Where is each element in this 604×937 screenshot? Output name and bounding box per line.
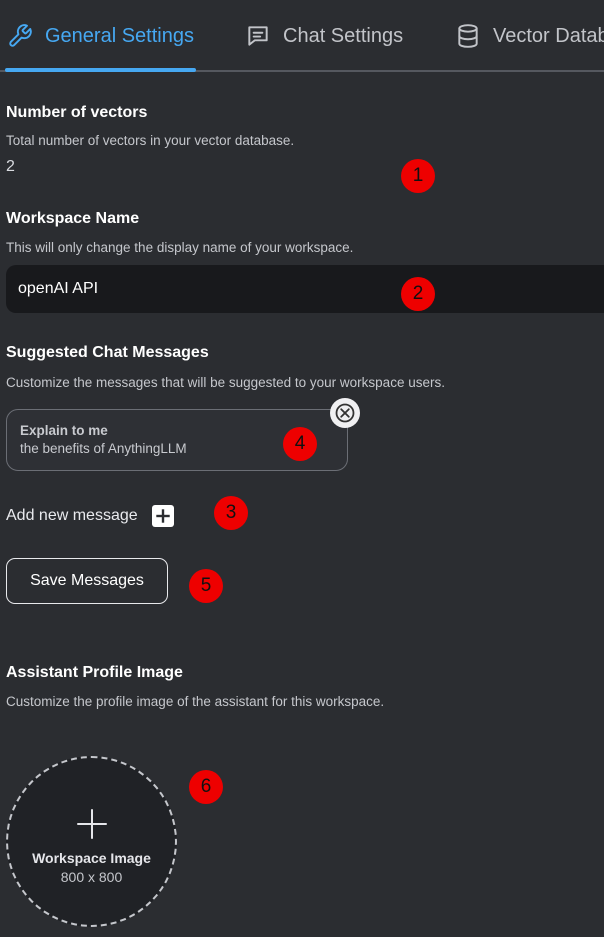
profile-image-description: Customize the profile image of the assis… (6, 694, 385, 709)
annotation-marker-1: 1 (401, 159, 435, 193)
profile-image-title: Assistant Profile Image (6, 664, 183, 681)
close-icon (335, 403, 355, 423)
plus-icon (76, 809, 107, 839)
workspace-name-title: Workspace Name (6, 210, 140, 227)
vectors-count: 2 (6, 158, 15, 175)
save-messages-button[interactable]: Save Messages (6, 558, 168, 604)
tab-vector-database-label: Vector Datab (493, 24, 604, 47)
tab-chat-settings[interactable]: Chat Settings (245, 20, 403, 52)
wrench-icon (9, 24, 32, 47)
annotation-marker-2: 2 (401, 277, 435, 311)
workspace-image-upload[interactable]: Workspace Image 800 x 800 (6, 756, 177, 927)
database-icon (458, 24, 478, 48)
tab-chat-settings-label: Chat Settings (283, 24, 404, 47)
settings-tabs: General Settings Chat Settings Vector Da… (0, 0, 604, 72)
add-new-message-label: Add new message (6, 507, 138, 524)
annotation-marker-4: 4 (283, 427, 317, 461)
suggested-messages-title: Suggested Chat Messages (6, 344, 209, 361)
chat-bubble-icon (248, 26, 268, 46)
active-tab-indicator (5, 68, 196, 72)
annotation-marker-6: 6 (189, 770, 223, 804)
tab-general-settings[interactable]: General Settings (7, 20, 194, 52)
vectors-title: Number of vectors (6, 104, 148, 121)
workspace-image-size: 800 x 800 (60, 869, 123, 885)
workspace-settings-page: General Settings Chat Settings Vector Da… (0, 0, 604, 937)
plus-icon (151, 505, 174, 527)
vectors-description: Total number of vectors in your vector d… (6, 133, 295, 148)
workspace-image-label: Workspace Image (32, 850, 151, 866)
tab-general-settings-label: General Settings (45, 24, 194, 47)
suggested-messages-description: Customize the messages that will be sugg… (6, 375, 445, 390)
add-new-message-button[interactable]: Add new message (6, 504, 174, 528)
tab-vector-database[interactable]: Vector Datab (455, 20, 604, 52)
workspace-name-input[interactable] (6, 265, 604, 313)
workspace-name-description: This will only change the display name o… (6, 240, 354, 255)
annotation-marker-5: 5 (189, 569, 223, 603)
remove-message-button[interactable] (330, 398, 360, 428)
annotation-marker-3: 3 (214, 496, 248, 530)
